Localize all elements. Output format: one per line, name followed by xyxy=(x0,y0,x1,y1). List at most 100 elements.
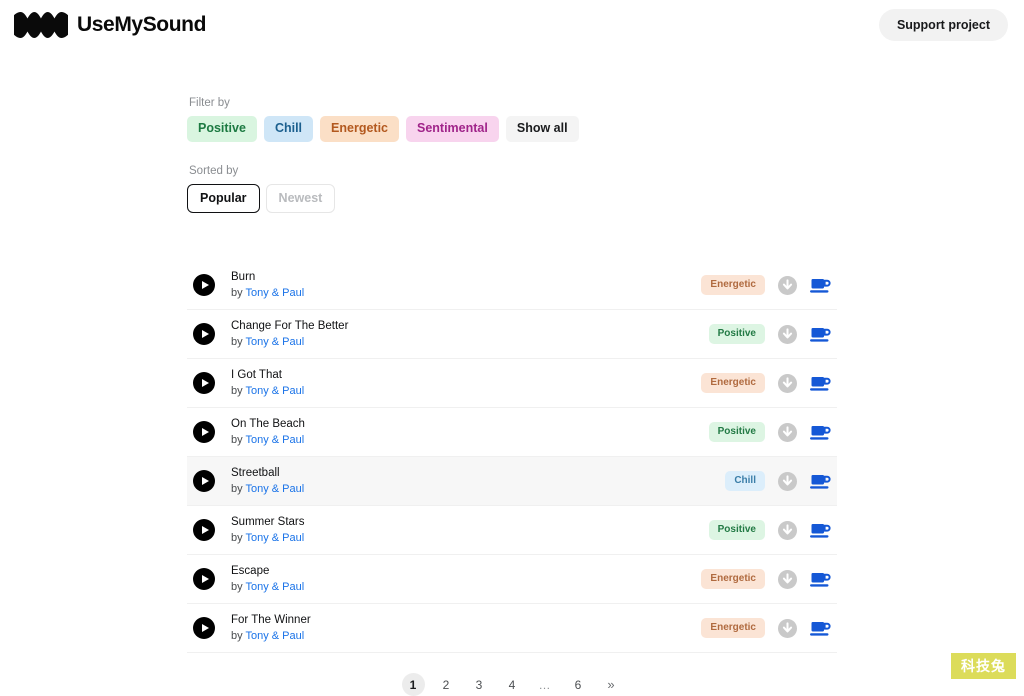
pagination-page-2[interactable]: 2 xyxy=(435,673,458,696)
sort-button-popular[interactable]: Popular xyxy=(187,183,260,214)
track-row[interactable]: Streetball by Tony & Paul Chill xyxy=(187,457,837,507)
track-row[interactable]: Summer Stars by Tony & Paul Positive xyxy=(187,506,837,556)
track-artist-link[interactable]: Tony & Paul xyxy=(245,581,304,593)
filter-chip-energetic[interactable]: Energetic xyxy=(320,116,399,142)
track-title: Summer Stars xyxy=(231,516,305,529)
coffee-cup-icon[interactable] xyxy=(810,472,831,491)
coffee-cup-icon[interactable] xyxy=(810,374,831,393)
coffee-cup-icon[interactable] xyxy=(810,276,831,295)
filter-chip-chill[interactable]: Chill xyxy=(263,116,314,142)
sorted-by-label: Sorted by xyxy=(189,164,239,177)
track-tag-badge[interactable]: Chill xyxy=(725,471,765,492)
track-actions: Energetic xyxy=(701,275,831,296)
pagination-page-3[interactable]: 3 xyxy=(468,673,491,696)
track-meta: Summer Stars by Tony & Paul xyxy=(231,515,709,545)
brand[interactable]: UseMySound xyxy=(14,12,206,38)
coffee-cup-icon[interactable] xyxy=(810,619,831,638)
download-icon[interactable] xyxy=(778,520,797,540)
track-row[interactable]: Escape by Tony & Paul Energetic xyxy=(187,555,837,605)
track-artist-link[interactable]: Tony & Paul xyxy=(245,483,304,495)
track-actions: Positive xyxy=(708,520,831,541)
coffee-cup-icon[interactable] xyxy=(810,521,831,540)
track-row[interactable]: I Got That by Tony & Paul Energetic xyxy=(187,359,837,409)
byline-prefix: by xyxy=(231,580,246,593)
track-row[interactable]: Change For The Better by Tony & Paul Posit… xyxy=(187,310,837,360)
track-artist-link[interactable]: Tony & Paul xyxy=(245,385,304,397)
filter-chip-sentimental[interactable]: Sentimental xyxy=(406,116,499,142)
coffee-cup-icon[interactable] xyxy=(810,570,831,589)
track-title: On The Beach xyxy=(231,418,305,431)
track-actions: Positive xyxy=(708,324,831,345)
track-tag-badge[interactable]: Energetic xyxy=(701,569,765,590)
play-triangle xyxy=(201,428,209,437)
play-icon[interactable] xyxy=(193,372,215,395)
track-artist-link[interactable]: Tony & Paul xyxy=(245,532,304,544)
play-triangle xyxy=(201,575,209,584)
track-artist-link[interactable]: Tony & Paul xyxy=(245,336,304,348)
track-list: Burn by Tony & Paul Energetic Change For Th… xyxy=(187,261,837,654)
filter-section: Filter by Positive Chill Energetic Sentimen… xyxy=(187,97,837,142)
play-icon[interactable] xyxy=(193,323,215,346)
download-icon[interactable] xyxy=(778,324,797,344)
filter-chip-showall[interactable]: Show all xyxy=(505,116,579,142)
track-row[interactable]: For The Winner by Tony & Paul Energetic xyxy=(187,604,837,654)
track-title: Streetball xyxy=(231,467,280,480)
filter-chip-row: Positive Chill Energetic Sentimental Show al… xyxy=(187,116,837,142)
track-byline: by Tony & Paul xyxy=(231,531,709,546)
track-actions: Energetic xyxy=(701,569,831,590)
coffee-cup-icon[interactable] xyxy=(810,325,831,344)
play-triangle xyxy=(201,477,209,486)
track-byline: by Tony & Paul xyxy=(231,384,701,399)
track-meta: On The Beach by Tony & Paul xyxy=(231,417,709,447)
pagination: 1 2 3 4 … 6 » xyxy=(187,673,837,696)
download-icon[interactable] xyxy=(778,275,797,295)
track-tag-badge[interactable]: Positive xyxy=(708,520,765,541)
download-icon[interactable] xyxy=(778,618,797,638)
download-icon[interactable] xyxy=(778,373,797,393)
track-tag-badge[interactable]: Energetic xyxy=(701,275,765,296)
byline-prefix: by xyxy=(231,384,246,397)
filter-chip-positive[interactable]: Positive xyxy=(187,116,257,142)
sort-button-newest[interactable]: Newest xyxy=(265,183,336,214)
track-title: Change For The Better xyxy=(231,320,349,333)
play-triangle xyxy=(201,281,209,290)
page-header: UseMySound Support project xyxy=(0,0,1024,50)
play-triangle xyxy=(201,526,209,535)
pagination-page-6[interactable]: 6 xyxy=(567,673,590,696)
track-actions: Energetic xyxy=(701,618,831,639)
play-icon[interactable] xyxy=(193,421,215,444)
pagination-page-4[interactable]: 4 xyxy=(501,673,524,696)
track-tag-badge[interactable]: Energetic xyxy=(701,618,765,639)
track-actions: Positive xyxy=(708,422,831,443)
track-byline: by Tony & Paul xyxy=(231,335,709,350)
play-icon[interactable] xyxy=(193,519,215,542)
track-meta: I Got That by Tony & Paul xyxy=(231,368,701,398)
support-project-button[interactable]: Support project xyxy=(878,9,1008,41)
track-row[interactable]: On The Beach by Tony & Paul Positive xyxy=(187,408,837,458)
track-artist-link[interactable]: Tony & Paul xyxy=(245,434,304,446)
play-triangle xyxy=(201,330,209,339)
play-icon[interactable] xyxy=(193,274,215,297)
download-icon[interactable] xyxy=(778,569,797,589)
track-byline: by Tony & Paul xyxy=(231,629,701,644)
pagination-next-button[interactable]: » xyxy=(600,673,623,696)
play-icon[interactable] xyxy=(193,617,215,640)
download-icon[interactable] xyxy=(778,471,797,491)
pagination-page-1[interactable]: 1 xyxy=(401,673,425,696)
track-title: I Got That xyxy=(231,369,282,382)
track-row[interactable]: Burn by Tony & Paul Energetic xyxy=(187,261,837,311)
play-icon[interactable] xyxy=(193,568,215,591)
track-meta: Escape by Tony & Paul xyxy=(231,564,701,594)
play-icon[interactable] xyxy=(193,470,215,493)
track-title: For The Winner xyxy=(231,614,311,627)
coffee-cup-icon[interactable] xyxy=(810,423,831,442)
brand-name: UseMySound xyxy=(77,13,207,36)
track-artist-link[interactable]: Tony & Paul xyxy=(245,287,304,299)
download-icon[interactable] xyxy=(778,422,797,442)
sort-button-row: Popular Newest xyxy=(187,183,837,214)
track-tag-badge[interactable]: Positive xyxy=(708,324,765,345)
track-tag-badge[interactable]: Energetic xyxy=(701,373,765,394)
track-tag-badge[interactable]: Positive xyxy=(708,422,765,443)
track-byline: by Tony & Paul xyxy=(231,286,701,301)
track-artist-link[interactable]: Tony & Paul xyxy=(245,630,304,642)
